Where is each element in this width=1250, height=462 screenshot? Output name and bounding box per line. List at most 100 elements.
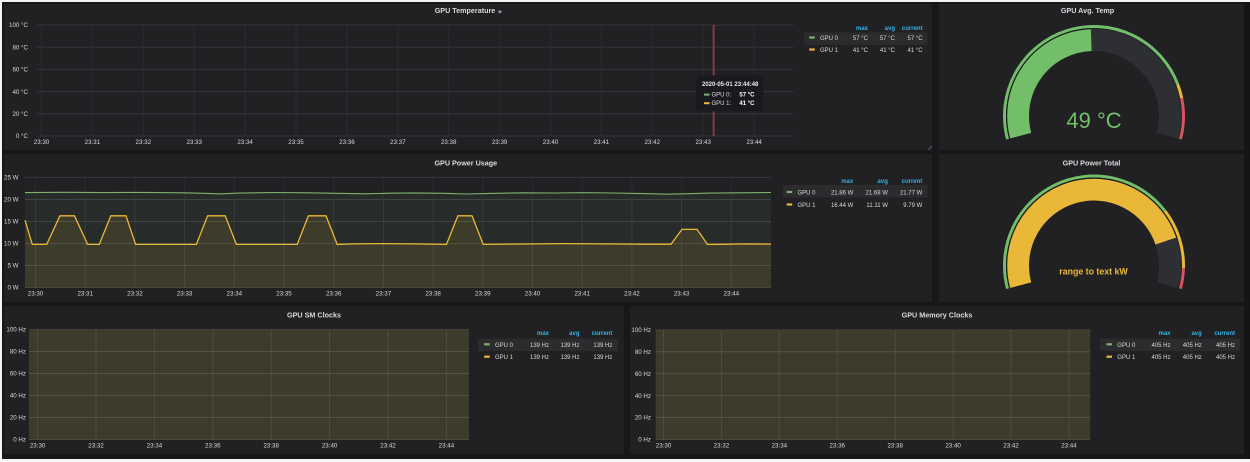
- svg-text:avg: avg: [569, 331, 580, 337]
- svg-text:405 Hz: 405 Hz: [1216, 343, 1235, 349]
- svg-text:40 °C: 40 °C: [12, 89, 28, 96]
- svg-text:16.44 W: 16.44 W: [831, 203, 854, 209]
- svg-text:41 °C: 41 °C: [739, 101, 755, 107]
- svg-text:49 °C: 49 °C: [1066, 108, 1121, 133]
- svg-text:23:36: 23:36: [339, 139, 355, 146]
- svg-text:23:33: 23:33: [186, 139, 202, 146]
- svg-text:57 °C: 57 °C: [908, 36, 924, 42]
- svg-text:0 Hz: 0 Hz: [638, 437, 651, 444]
- svg-text:40 Hz: 40 Hz: [635, 393, 651, 400]
- svg-text:23:32: 23:32: [88, 443, 104, 450]
- svg-text:100 Hz: 100 Hz: [631, 327, 651, 334]
- svg-text:23:36: 23:36: [205, 443, 221, 450]
- svg-text:GPU Memory Clocks: GPU Memory Clocks: [902, 311, 973, 320]
- svg-text:23:32: 23:32: [714, 443, 730, 450]
- svg-text:405 Hz: 405 Hz: [1183, 343, 1202, 349]
- svg-text:GPU 1: GPU 1: [798, 203, 817, 209]
- svg-text:405 Hz: 405 Hz: [1151, 343, 1170, 349]
- svg-text:current: current: [902, 179, 923, 185]
- svg-text:139 Hz: 139 Hz: [560, 355, 579, 361]
- svg-text:23:44: 23:44: [1061, 443, 1077, 450]
- svg-text:23:30: 23:30: [656, 443, 672, 450]
- svg-text:405 Hz: 405 Hz: [1216, 355, 1235, 361]
- svg-text:23:30: 23:30: [34, 139, 50, 146]
- svg-text:23:37: 23:37: [376, 291, 392, 298]
- svg-text:current: current: [902, 26, 923, 32]
- svg-text:GPU 1:: GPU 1:: [712, 101, 732, 107]
- svg-text:15 W: 15 W: [4, 219, 19, 226]
- svg-text:41 °C: 41 °C: [853, 48, 869, 54]
- svg-text:max: max: [856, 26, 869, 32]
- svg-text:GPU 0: GPU 0: [820, 36, 839, 42]
- svg-text:23:34: 23:34: [772, 443, 788, 450]
- svg-text:57 °C: 57 °C: [739, 92, 755, 98]
- svg-text:20 W: 20 W: [4, 197, 19, 204]
- svg-text:max: max: [1158, 331, 1171, 337]
- svg-text:max: max: [537, 331, 550, 337]
- svg-text:23:38: 23:38: [425, 291, 441, 298]
- svg-text:23:30: 23:30: [30, 443, 46, 450]
- svg-text:current: current: [1214, 331, 1235, 337]
- svg-text:23:30: 23:30: [28, 291, 44, 298]
- svg-text:23:34: 23:34: [237, 139, 253, 146]
- svg-text:current: current: [592, 331, 613, 337]
- svg-text:5 W: 5 W: [7, 263, 18, 270]
- svg-text:23:40: 23:40: [322, 443, 338, 450]
- svg-text:139 Hz: 139 Hz: [593, 355, 612, 361]
- svg-text:0 W: 0 W: [7, 285, 18, 292]
- svg-text:80 Hz: 80 Hz: [635, 349, 651, 356]
- svg-text:100 °C: 100 °C: [9, 22, 29, 29]
- svg-text:80 °C: 80 °C: [12, 44, 28, 51]
- svg-text:23:36: 23:36: [830, 443, 846, 450]
- svg-text:405 Hz: 405 Hz: [1151, 355, 1170, 361]
- svg-text:57 °C: 57 °C: [880, 36, 896, 42]
- svg-text:23:33: 23:33: [177, 291, 193, 298]
- svg-text:23:39: 23:39: [475, 291, 491, 298]
- svg-text:range to text kW: range to text kW: [1059, 267, 1128, 277]
- svg-text:GPU 1: GPU 1: [1117, 355, 1136, 361]
- svg-text:2020-05-01 23:44:48: 2020-05-01 23:44:48: [702, 82, 759, 88]
- svg-text:20 Hz: 20 Hz: [10, 415, 26, 422]
- svg-text:139 Hz: 139 Hz: [530, 343, 549, 349]
- svg-text:60 °C: 60 °C: [12, 67, 28, 74]
- svg-text:23:34: 23:34: [147, 443, 163, 450]
- svg-text:23:42: 23:42: [1003, 443, 1019, 450]
- svg-text:avg: avg: [885, 26, 896, 32]
- svg-text:avg: avg: [1191, 331, 1202, 337]
- svg-text:GPU 0:: GPU 0:: [712, 92, 732, 98]
- svg-text:20 Hz: 20 Hz: [635, 415, 651, 422]
- svg-text:23:38: 23:38: [263, 443, 279, 450]
- svg-text:23:40: 23:40: [945, 443, 961, 450]
- svg-text:23:44: 23:44: [746, 139, 762, 146]
- svg-text:GPU Avg. Temp: GPU Avg. Temp: [1061, 6, 1115, 15]
- svg-text:GPU 1: GPU 1: [820, 48, 839, 54]
- svg-text:avg: avg: [878, 179, 889, 185]
- svg-text:10 W: 10 W: [4, 241, 19, 248]
- svg-text:23:44: 23:44: [439, 443, 455, 450]
- svg-text:GPU 0: GPU 0: [495, 343, 514, 349]
- svg-text:11.11 W: 11.11 W: [866, 203, 888, 209]
- svg-text:23:40: 23:40: [525, 291, 541, 298]
- svg-text:23:44: 23:44: [724, 291, 740, 298]
- svg-text:23:37: 23:37: [390, 139, 406, 146]
- svg-text:23:42: 23:42: [645, 139, 661, 146]
- svg-text:41 °C: 41 °C: [908, 48, 924, 54]
- svg-text:23:39: 23:39: [492, 139, 508, 146]
- svg-text:GPU Power Usage: GPU Power Usage: [434, 159, 497, 168]
- svg-text:23:35: 23:35: [288, 139, 304, 146]
- svg-text:80 Hz: 80 Hz: [10, 349, 26, 356]
- svg-text:23:41: 23:41: [594, 139, 610, 146]
- svg-text:GPU Temperature: GPU Temperature: [435, 6, 496, 15]
- svg-text:405 Hz: 405 Hz: [1183, 355, 1202, 361]
- svg-text:23:41: 23:41: [574, 291, 590, 298]
- svg-text:41 °C: 41 °C: [880, 48, 896, 54]
- svg-text:57 °C: 57 °C: [853, 36, 869, 42]
- svg-text:25 W: 25 W: [4, 175, 19, 182]
- svg-text:23:36: 23:36: [326, 291, 342, 298]
- svg-text:20 °C: 20 °C: [12, 111, 28, 118]
- svg-text:139 Hz: 139 Hz: [530, 355, 549, 361]
- svg-text:21.68 W: 21.68 W: [866, 191, 889, 197]
- svg-text:139 Hz: 139 Hz: [560, 343, 579, 349]
- svg-text:40 Hz: 40 Hz: [10, 393, 26, 400]
- svg-text:23:43: 23:43: [695, 139, 711, 146]
